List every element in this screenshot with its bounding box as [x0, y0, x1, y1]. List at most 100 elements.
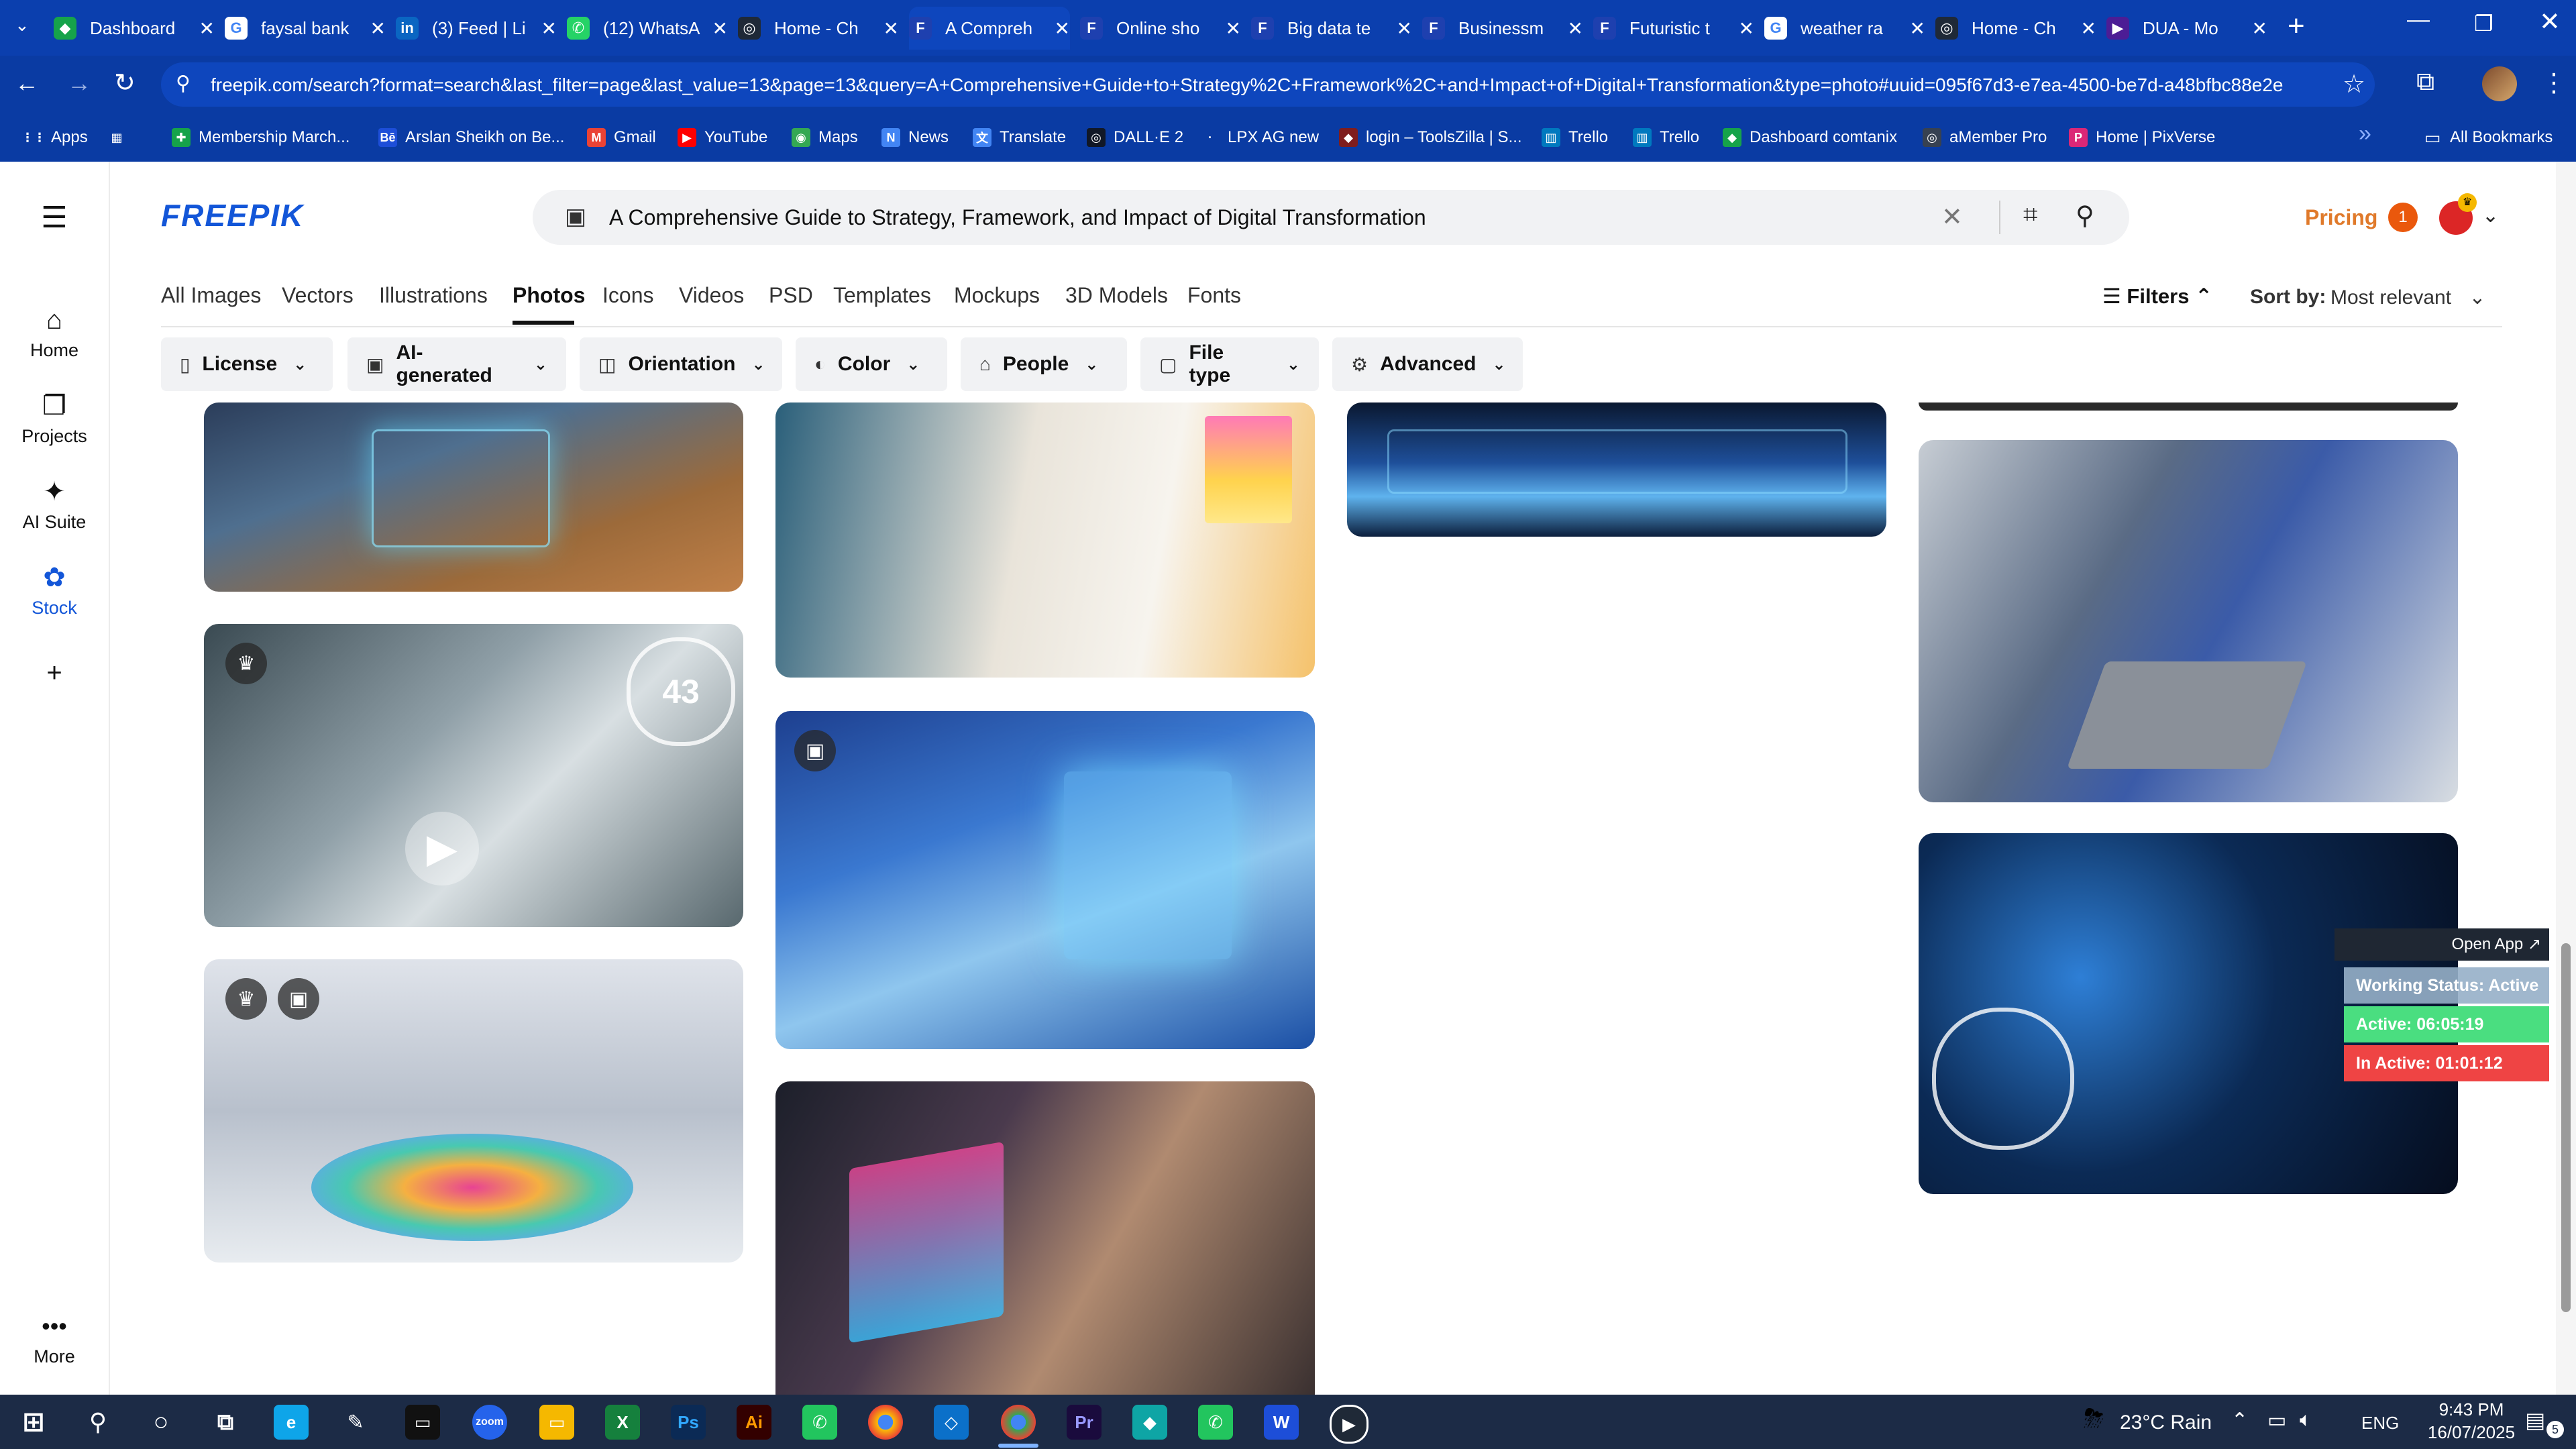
- search-bar[interactable]: ▣ A Comprehensive Guide to Strategy, Fra…: [533, 190, 2129, 245]
- clear-search-icon[interactable]: ✕: [1941, 202, 1963, 232]
- edge-icon[interactable]: e: [274, 1405, 309, 1440]
- photo-tile[interactable]: [775, 402, 1315, 678]
- tab-mockups[interactable]: Mockups: [954, 283, 1040, 308]
- bookmark-item[interactable]: M Gmail: [587, 123, 656, 152]
- pen-tool-icon[interactable]: ✎: [338, 1405, 373, 1440]
- search-input[interactable]: A Comprehensive Guide to Strategy, Frame…: [609, 205, 1884, 230]
- sidebar-item-stock[interactable]: ✿ Stock: [0, 563, 109, 619]
- filter-file-type[interactable]: ▢ File type ⌄: [1140, 337, 1319, 391]
- close-tab-icon[interactable]: ✕: [1226, 17, 1241, 40]
- close-tab-icon[interactable]: ✕: [2081, 17, 2096, 40]
- sidebar-item-add[interactable]: +: [0, 658, 109, 693]
- illustrator-icon[interactable]: Ai: [737, 1405, 771, 1440]
- forward-icon[interactable]: →: [67, 69, 91, 97]
- close-tab-icon[interactable]: ✕: [2252, 17, 2267, 40]
- cortana-icon[interactable]: ○: [144, 1405, 178, 1440]
- address-bar[interactable]: ⚲ freepik.com/search?format=search&last_…: [161, 62, 2375, 107]
- tab-all-images[interactable]: All Images: [161, 283, 261, 308]
- bookmark-item[interactable]: ◆ login – ToolsZilla | S...: [1339, 123, 1522, 152]
- notification-center-icon[interactable]: ▤: [2525, 1407, 2545, 1433]
- scrollbar-thumb[interactable]: [2561, 943, 2571, 1312]
- clock-date[interactable]: 16/07/2025: [2418, 1422, 2525, 1443]
- play-video-icon[interactable]: ▶: [405, 812, 479, 885]
- phone-app-icon[interactable]: ✆: [1198, 1405, 1233, 1440]
- back-icon[interactable]: ←: [15, 69, 39, 97]
- weather-icon[interactable]: ⛈: [2084, 1405, 2104, 1434]
- filter-ai-generated[interactable]: ▣ AI-generated ⌄: [347, 337, 566, 391]
- bookmark-item[interactable]: 文 Translate: [973, 123, 1066, 152]
- bookmark-item[interactable]: ▦: [107, 123, 134, 152]
- filter-advanced[interactable]: ⚙ Advanced ⌄: [1332, 337, 1523, 391]
- photoshop-icon[interactable]: Ps: [671, 1405, 706, 1440]
- bookmark-item[interactable]: ◆ Dashboard comtanix: [1723, 123, 1897, 152]
- search-icon[interactable]: ⚲: [2076, 201, 2094, 231]
- close-tab-icon[interactable]: ✕: [712, 17, 728, 40]
- file-explorer-icon[interactable]: ▭: [539, 1405, 574, 1440]
- clock-time[interactable]: 9:43 PM: [2418, 1399, 2525, 1420]
- bookmark-item[interactable]: P Home | PixVerse: [2069, 123, 2215, 152]
- camera-icon[interactable]: ⌗: [2023, 201, 2037, 229]
- close-tab-icon[interactable]: ✕: [1568, 17, 1583, 40]
- bookmark-star-icon[interactable]: ☆: [2343, 69, 2365, 99]
- photo-tile[interactable]: [204, 402, 743, 592]
- task-view-icon[interactable]: ⧉: [208, 1405, 243, 1440]
- bookmark-item[interactable]: N News: [881, 123, 949, 152]
- app-diamond-icon[interactable]: ◆: [1132, 1405, 1167, 1440]
- tab-3d-models[interactable]: 3D Models: [1065, 283, 1168, 308]
- bookmark-item[interactable]: ▶ YouTube: [678, 123, 767, 152]
- bookmark-item[interactable]: ▥ Trello: [1542, 123, 1608, 152]
- extensions-icon[interactable]: ⧉: [2416, 68, 2434, 97]
- filter-orientation[interactable]: ◫ Orientation ⌄: [580, 337, 782, 391]
- browser-menu-icon[interactable]: ⋮: [2541, 68, 2567, 98]
- browser-tab[interactable]: F Futuristic t ✕: [1593, 7, 1754, 50]
- pricing-link[interactable]: Pricing: [2305, 205, 2377, 230]
- media-player-icon[interactable]: ▶: [1330, 1405, 1368, 1444]
- filter-color[interactable]: ◐ Color ⌄: [796, 337, 947, 391]
- restore-button[interactable]: ❐: [2474, 11, 2493, 36]
- bookmark-item[interactable]: ◉ Maps: [792, 123, 858, 152]
- close-tab-icon[interactable]: ✕: [1910, 17, 1925, 40]
- bookmark-item[interactable]: ▥ Trello: [1633, 123, 1699, 152]
- close-tab-icon[interactable]: ✕: [370, 17, 386, 40]
- sidebar-item-projects[interactable]: ❐ Projects: [0, 391, 109, 447]
- tab-vectors[interactable]: Vectors: [282, 283, 354, 308]
- tab-templates[interactable]: Templates: [833, 283, 931, 308]
- url-text[interactable]: freepik.com/search?format=search&last_fi…: [211, 74, 2304, 96]
- photo-tile[interactable]: ♛ 43 ▶: [204, 624, 743, 927]
- volume-icon[interactable]: 🔈︎: [2300, 1409, 2312, 1432]
- chrome-icon[interactable]: [868, 1405, 903, 1440]
- all-bookmarks[interactable]: ▭ All Bookmarks: [2423, 123, 2553, 152]
- browser-tab[interactable]: F Online sho ✕: [1080, 7, 1241, 50]
- premiere-icon[interactable]: Pr: [1067, 1405, 1102, 1440]
- profile-avatar[interactable]: [2482, 66, 2517, 101]
- freepik-logo[interactable]: FREEPIK: [161, 197, 304, 233]
- reload-icon[interactable]: ↻: [114, 68, 136, 98]
- filter-people[interactable]: ⌂ People ⌄: [961, 337, 1127, 391]
- sidebar-item-home[interactable]: ⌂ Home: [0, 305, 109, 361]
- zoom-icon[interactable]: zoom: [472, 1405, 507, 1440]
- notification-bell[interactable]: 1: [2388, 203, 2418, 232]
- browser-tab[interactable]: F Big data te ✕: [1251, 7, 1412, 50]
- weather-text[interactable]: 23°C Rain: [2120, 1411, 2212, 1434]
- photo-tile[interactable]: [1919, 440, 2458, 802]
- browser-tab[interactable]: ◎ Home - Ch ✕: [1935, 7, 2096, 50]
- browser-tab[interactable]: Gfaysal bank ✕: [225, 7, 386, 50]
- sidebar-item-more[interactable]: ••• More: [0, 1311, 109, 1367]
- photo-tile[interactable]: [1919, 402, 2458, 411]
- tab-icons[interactable]: Icons: [602, 283, 653, 308]
- browser-tab[interactable]: ◆ Dashboard ✕: [54, 7, 215, 50]
- tab-psd[interactable]: PSD: [769, 283, 813, 308]
- browser-tab[interactable]: Gweather ra ✕: [1764, 7, 1925, 50]
- bookmark-item[interactable]: ✚ Membership March...: [172, 123, 350, 152]
- excel-icon[interactable]: X: [605, 1405, 640, 1440]
- tab-list-chevron-icon[interactable]: ⌄: [15, 15, 30, 36]
- browser-tab[interactable]: F A Compreh ✕: [909, 7, 1070, 50]
- word-icon[interactable]: W: [1264, 1405, 1299, 1440]
- photo-tile[interactable]: ♛ ▣: [204, 959, 743, 1263]
- open-app-link[interactable]: Open App ↗: [2334, 928, 2549, 961]
- browser-tab[interactable]: ▶ DUA - Mo ✕: [2106, 7, 2267, 50]
- close-tab-icon[interactable]: ✕: [199, 17, 215, 40]
- photo-tile[interactable]: [775, 1081, 1315, 1395]
- windows-start-icon[interactable]: ⊞: [16, 1405, 51, 1440]
- browser-tab[interactable]: in (3) Feed | Li ✕: [396, 7, 557, 50]
